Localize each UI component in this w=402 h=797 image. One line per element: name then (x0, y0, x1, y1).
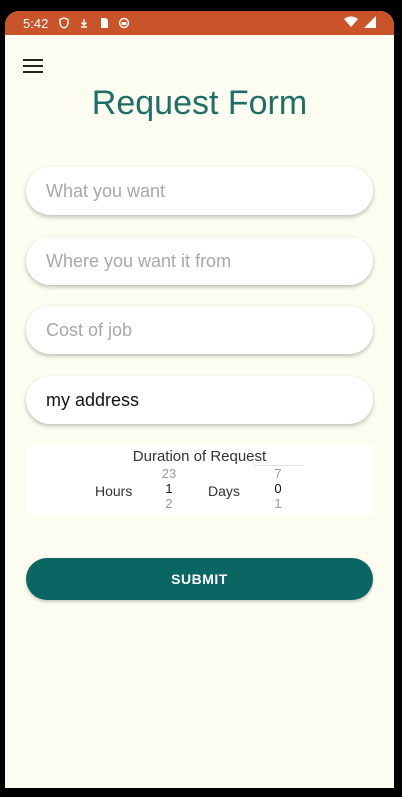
days-next: 1 (274, 496, 282, 511)
status-bar: 5:42 (5, 11, 394, 35)
where-from-input[interactable]: Where you want it from (26, 237, 373, 285)
hours-next: 2 (165, 496, 173, 511)
page-title: Request Form (91, 84, 308, 122)
submit-button[interactable]: SUBMIT (26, 558, 373, 600)
days-divider (254, 465, 304, 466)
what-you-want-placeholder: What you want (46, 180, 166, 201)
duration-label: Duration of Request (132, 448, 267, 465)
hours-prev: 23 (161, 466, 177, 481)
status-time: 5:42 (23, 15, 49, 31)
hours-current: 1 (165, 481, 173, 496)
signal-icon (364, 16, 376, 28)
address-value: my address (46, 389, 140, 410)
days-prev: 7 (274, 466, 282, 481)
cost-of-job-input[interactable]: Cost of job (26, 306, 373, 354)
download-icon (81, 19, 88, 28)
wifi-icon (344, 16, 358, 27)
days-picker[interactable]: 7 0 1 (263, 466, 293, 511)
cost-of-job-placeholder: Cost of job (46, 319, 133, 340)
duration-picker: Duration of Request Hours 23 1 2 Days 7 … (26, 445, 373, 515)
days-current: 0 (274, 481, 282, 496)
shield-icon (59, 17, 70, 29)
app-screen: 5:42 Request Form What you want Where yo… (5, 11, 394, 788)
sd-card-icon (101, 18, 109, 28)
days-label: Days (208, 483, 240, 499)
menu-icon[interactable] (23, 58, 43, 74)
hours-label: Hours (95, 483, 133, 499)
what-you-want-input[interactable]: What you want (26, 167, 373, 215)
address-input[interactable]: my address (26, 376, 373, 424)
app-notification-icon (119, 17, 130, 29)
where-from-placeholder: Where you want it from (46, 250, 232, 271)
hours-picker[interactable]: 23 1 2 (154, 466, 184, 511)
